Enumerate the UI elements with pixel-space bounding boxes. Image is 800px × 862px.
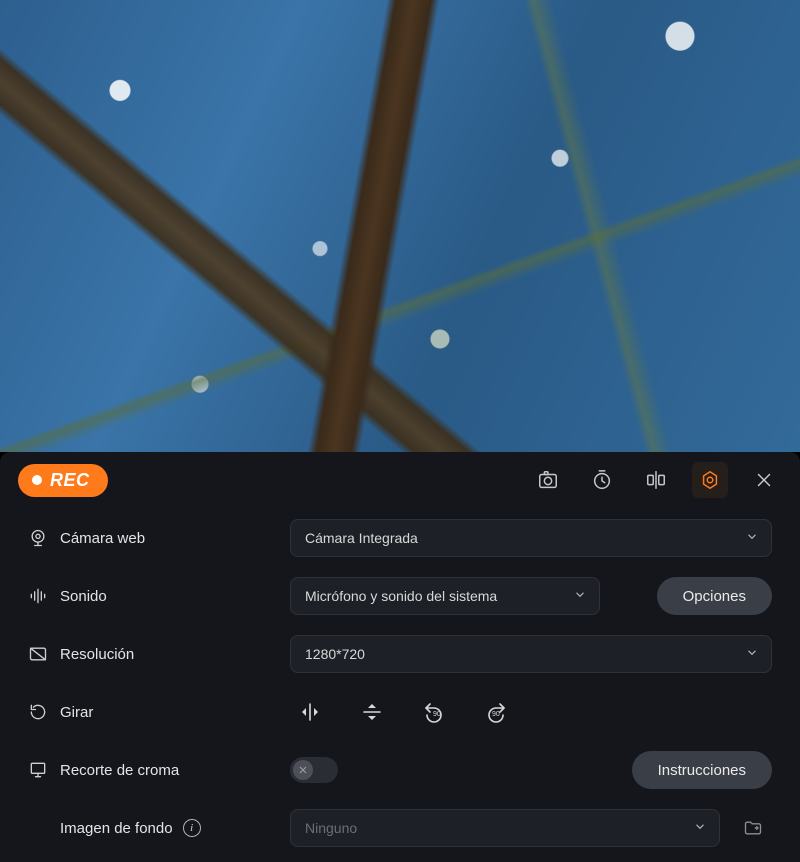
chevron-down-icon [745,646,759,663]
chevron-down-icon [745,530,759,547]
chroma-icon [28,760,60,780]
rotate-left-90-button[interactable]: 90 [420,698,448,726]
row-rotate: Girar 90 90 [28,690,772,734]
camera-preview [0,0,800,452]
row-resolution: Resolución 1280*720 [28,632,772,676]
sound-options-button[interactable]: Opciones [657,577,772,615]
sound-label: Sonido [60,588,290,605]
camera-icon[interactable] [530,462,566,498]
row-background: Imagen de fondo i Ninguno [28,806,772,850]
sound-select[interactable]: Micrófono y sonido del sistema [290,577,600,615]
webcam-label: Cámara web [60,530,290,547]
webcam-select-value: Cámara Integrada [305,530,418,546]
chroma-toggle[interactable] [290,757,338,783]
record-label: REC [50,470,90,491]
webcam-icon [28,528,60,548]
timer-icon[interactable] [584,462,620,498]
settings-gear-icon[interactable] [692,462,728,498]
rotate-right-90-button[interactable]: 90 [482,698,510,726]
background-label: Imagen de fondo i [60,819,290,837]
chevron-down-icon [693,820,707,837]
sound-icon [28,586,60,606]
chroma-label: Recorte de croma [60,762,290,779]
record-dot-icon [32,475,42,485]
background-select[interactable]: Ninguno [290,809,720,847]
chroma-instructions-button[interactable]: Instrucciones [632,751,772,789]
record-button[interactable]: REC [18,464,108,497]
svg-text:90: 90 [433,711,441,718]
resolution-select[interactable]: 1280*720 [290,635,772,673]
open-folder-button[interactable] [734,809,772,847]
background-label-text: Imagen de fondo [60,820,173,837]
topbar: REC [0,452,800,508]
chroma-instructions-label: Instrucciones [658,762,746,779]
resolution-label: Resolución [60,646,290,663]
row-webcam: Cámara web Cámara Integrada [28,516,772,560]
close-icon[interactable] [746,462,782,498]
flip-horizontal-button[interactable] [296,698,324,726]
flip-vertical-button[interactable] [358,698,386,726]
chevron-down-icon [573,588,587,605]
row-chroma: Recorte de croma Instrucciones [28,748,772,792]
sound-options-label: Opciones [683,588,746,605]
toggle-knob-off-icon [293,760,313,780]
settings-panel: REC Cámara web Cámara Integrada [0,452,800,862]
background-select-value: Ninguno [305,820,357,836]
svg-text:90: 90 [492,711,500,718]
sound-select-value: Micrófono y sonido del sistema [305,588,497,604]
resolution-icon [28,644,60,664]
rotate-icon [28,702,60,722]
info-icon[interactable]: i [183,819,201,837]
resolution-select-value: 1280*720 [305,646,365,662]
mirror-icon[interactable] [638,462,674,498]
rotate-label: Girar [60,704,290,721]
webcam-select[interactable]: Cámara Integrada [290,519,772,557]
row-sound: Sonido Micrófono y sonido del sistema Op… [28,574,772,618]
